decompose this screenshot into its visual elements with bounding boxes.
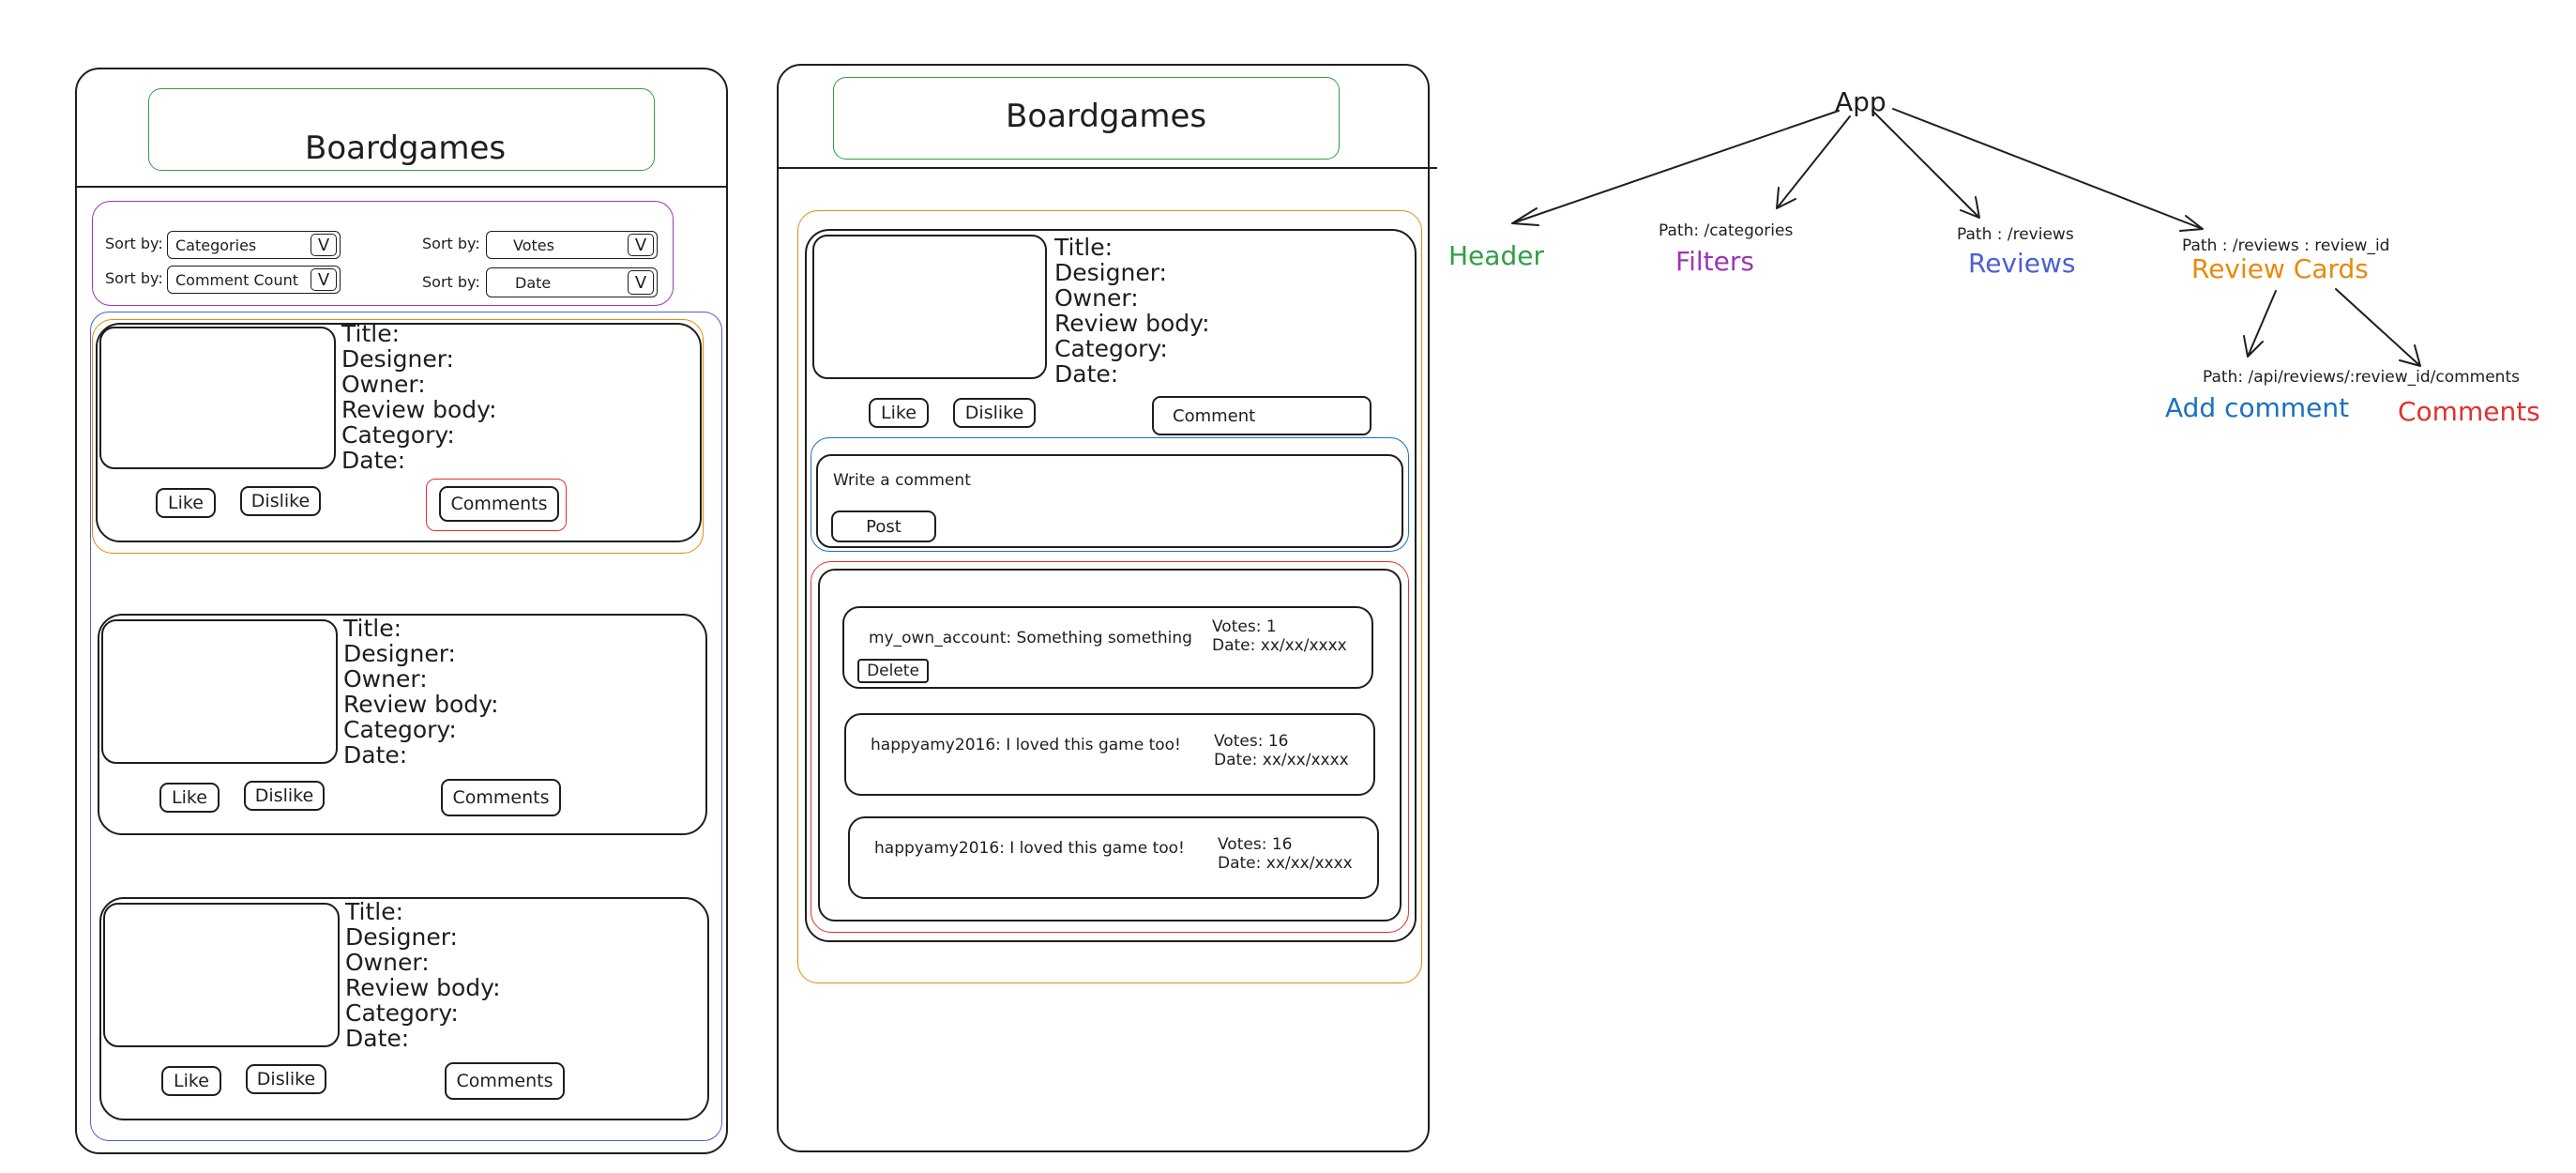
arrow-app-filters xyxy=(1776,115,1851,209)
arrow-cards-comments xyxy=(2335,288,2421,367)
arrow-app-reviews xyxy=(1871,110,1980,219)
tree-filters: Filters xyxy=(1675,246,1754,277)
tree-root-app: App xyxy=(1835,86,1887,117)
tree-reviews-path: Path : /reviews xyxy=(1957,225,2074,244)
arrow-app-header xyxy=(1511,110,1840,226)
tree-review-cards-path: Path : /reviews : review_id xyxy=(2182,236,2390,255)
tree-comments: Comments xyxy=(2398,396,2540,427)
tree-add-comment: Add comment xyxy=(2165,392,2350,423)
arrow-app-review-cards xyxy=(1892,108,2204,232)
tree-review-cards: Review Cards xyxy=(2191,253,2369,284)
tree-header: Header xyxy=(1448,240,1544,271)
tree-add-comment-path: Path: /api/reviews/:review_id/comments xyxy=(2203,368,2520,387)
tree-reviews: Reviews xyxy=(1968,248,2076,279)
arrow-cards-addcomment xyxy=(2243,290,2277,358)
component-tree-arrows xyxy=(1511,108,2421,367)
tree-filters-path: Path: /categories xyxy=(1659,221,1794,240)
